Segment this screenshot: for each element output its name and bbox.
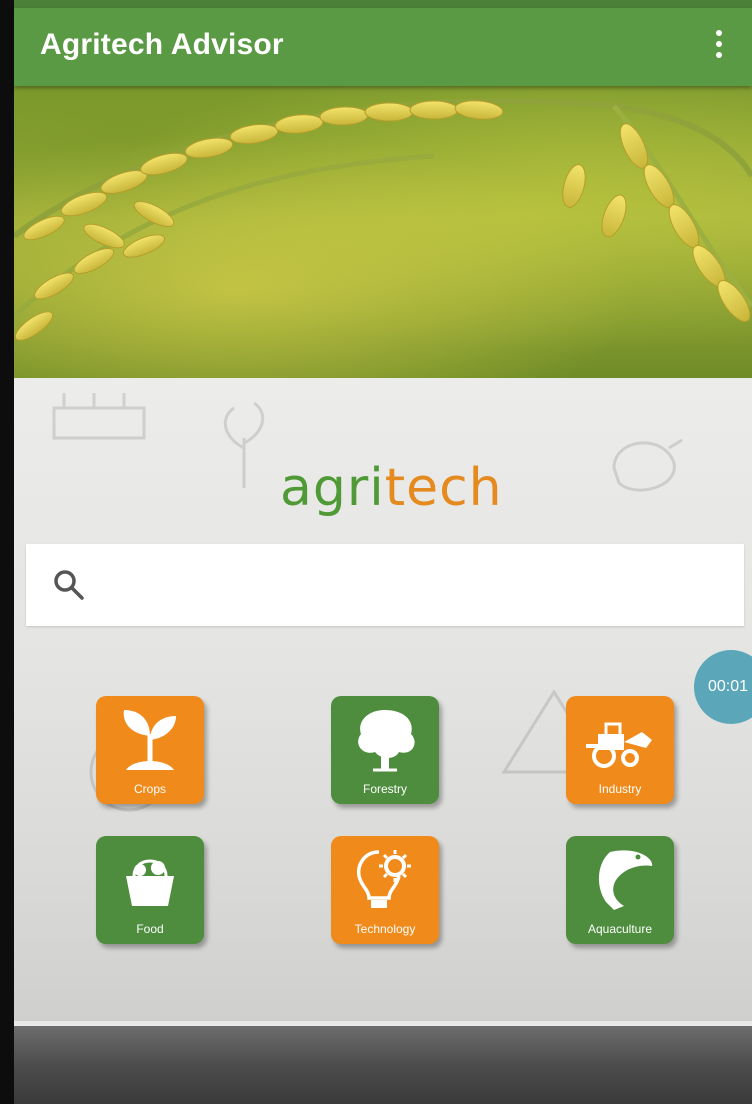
left-frame-edge [0,0,14,1104]
category-tile-crops[interactable]: Crops [96,696,204,804]
app-title: Agritech Advisor [40,28,284,61]
category-tile-technology[interactable]: Technology [331,836,439,944]
category-tile-forestry[interactable]: Forestry [331,696,439,804]
tractor-icon [586,722,652,768]
status-strip [14,0,752,8]
tile-label: Technology [354,922,416,936]
logo-text-tech: tech [384,458,503,518]
hen-doodle-icon [612,438,683,492]
search-icon[interactable] [52,568,86,602]
search-bar [26,544,744,626]
rice-grain-illustration [14,98,752,341]
logo-text-agri: agri [280,458,385,518]
tile-label: Industry [598,782,642,796]
lightbulb-gear-icon [356,850,411,908]
dot-icon [716,41,722,47]
hero-banner-image [14,86,752,378]
sprout-icon [123,710,176,770]
tile-label: Aquaculture [587,922,653,936]
category-tile-industry[interactable]: Industry [566,696,674,804]
dot-icon [716,30,722,36]
farm-doodle-icon [52,393,146,440]
basket-icon [126,859,174,906]
app-bar: Agritech Advisor [14,8,752,86]
category-tile-food[interactable]: Food [96,836,204,944]
tile-label: Forestry [362,782,407,796]
overflow-menu-button[interactable] [704,24,734,64]
tile-label: Crops [133,782,166,796]
bottom-panel [14,1026,752,1104]
agritech-logo: agritech [280,462,503,514]
search-input[interactable] [106,562,730,610]
fish-icon [598,850,653,910]
tile-label: Food [136,922,164,936]
category-tile-aquaculture[interactable]: Aquaculture [566,836,674,944]
tree-icon [358,710,415,772]
plant-doodle-icon [223,401,265,488]
dot-icon [716,52,722,58]
